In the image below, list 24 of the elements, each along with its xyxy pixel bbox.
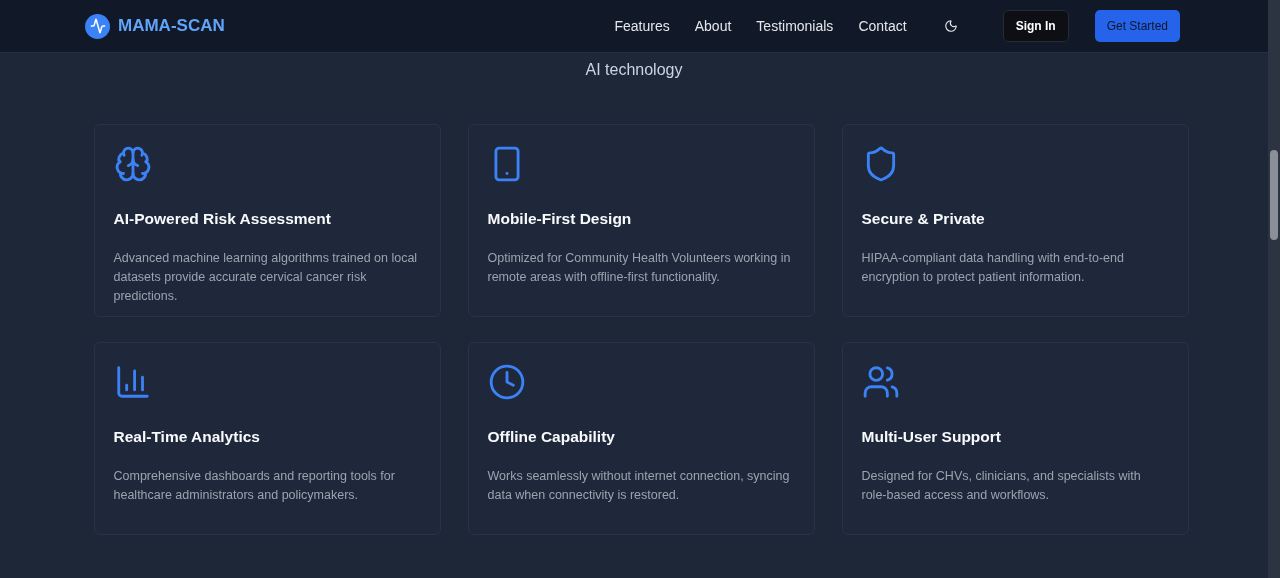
feature-title: Real-Time Analytics [113,428,261,446]
feature-title: Multi-User Support [861,428,1002,446]
nav-link[interactable]: Testimonials [756,18,834,34]
section-subtitle: AI technology [585,61,683,79]
feature-description: Works seamlessly without internet connection, syncing data when connectivity is restored. [487,468,791,504]
feature-title: AI-Powered Risk Assessment [113,210,332,228]
feature-title: Mobile-First Design [487,210,633,228]
feature-description: Designed for CHVs, clinicians, and specialists with role-based access and workflows. [861,468,1142,504]
clock-icon [487,363,526,401]
feature-title: Offline Capability [487,428,616,446]
scrollbar[interactable] [1268,0,1280,578]
nav-link[interactable]: About [694,18,732,34]
nav-link[interactable]: Features [614,18,670,34]
pulse-logo-icon [85,13,110,39]
sign-in-button[interactable]: Sign In [1002,10,1069,42]
feature-title: Secure & Private [861,210,986,228]
nav-link[interactable]: Contact [858,18,907,34]
users-icon [861,363,900,401]
feature-description: Comprehensive dashboards and reporting tools for healthcare administrators and policymakers. [113,468,396,504]
feature-description: Optimized for Community Health Volunteers working in remote areas with offline-first functionality. [487,250,792,286]
feature-description: HIPAA-compliant data handling with end-to-end encryption to protect patient information. [861,250,1125,286]
brand-name: MAMA-SCAN [118,16,225,36]
brain-icon [113,145,152,183]
feature-description: Advanced machine learning algorithms trained on local datasets provide accurate cervical cancer risk predictions. [113,250,419,305]
